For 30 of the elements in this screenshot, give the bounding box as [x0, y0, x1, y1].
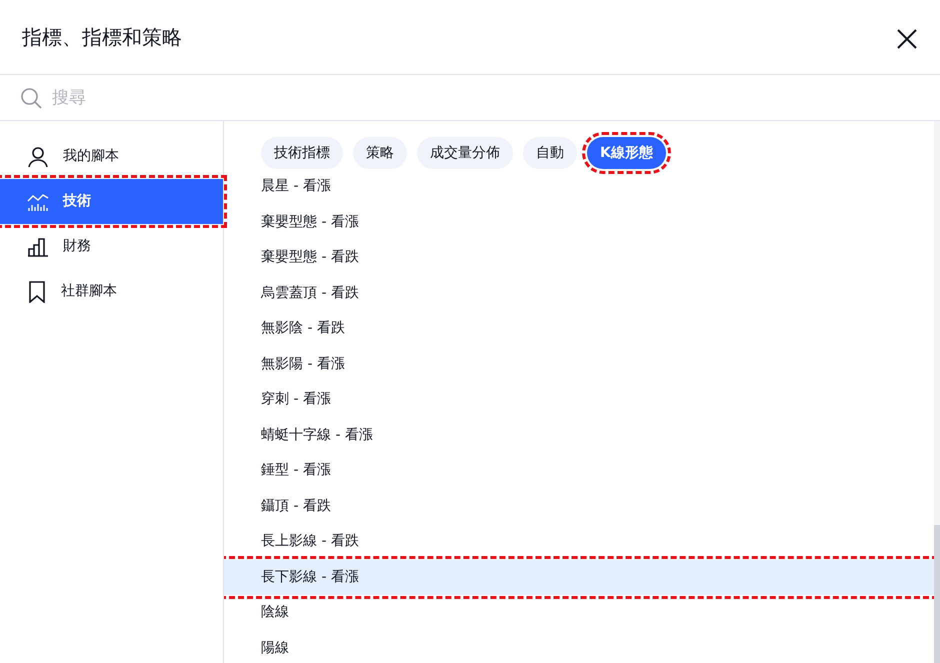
bar-chart-icon [27, 236, 49, 256]
pattern-list-item[interactable]: 晨星 - 看漲 [224, 169, 934, 204]
pattern-list-item[interactable]: 棄嬰型態 - 看跌 [224, 240, 934, 276]
pattern-list-item[interactable]: 無影陰 - 看跌 [224, 311, 934, 346]
sidebar-item[interactable]: 社群腳本 [0, 269, 223, 314]
sidebar-item[interactable]: 技術 [0, 179, 223, 224]
pattern-list-item[interactable]: 烏雲蓋頂 - 看跌 [224, 276, 934, 311]
filter-chip[interactable]: 策略 [353, 137, 407, 169]
sidebar-item[interactable]: 我的腳本 [0, 134, 223, 179]
pattern-list-item[interactable]: 長下影線 - 看漲 [224, 560, 934, 595]
pattern-list-item[interactable]: 蜻蜓十字線 - 看漲 [224, 418, 934, 453]
sidebar-item[interactable]: 財務 [0, 224, 223, 269]
pattern-list-item[interactable]: 錘型 - 看漲 [224, 453, 934, 488]
pattern-list-item[interactable]: 穿刺 - 看漲 [224, 382, 934, 418]
filter-chip[interactable]: K線形態 [587, 137, 666, 169]
pattern-list-item[interactable]: 陰線 [224, 595, 934, 630]
bookmark-icon [27, 280, 47, 302]
pattern-list-item[interactable]: 鑷頂 - 看跌 [224, 488, 934, 524]
scrollbar-thumb[interactable] [934, 525, 940, 663]
user-icon [27, 146, 49, 168]
pattern-list-item[interactable]: 無影陽 - 看漲 [224, 346, 934, 382]
filter-chip[interactable]: 成交量分佈 [417, 137, 513, 169]
pattern-list-item[interactable]: 長上影線 - 看跌 [224, 524, 934, 560]
pattern-list-item[interactable]: 棄嬰型態 - 看漲 [224, 204, 934, 240]
search-icon [20, 86, 42, 108]
dialog-title: 指標、指標和策略 [22, 24, 182, 51]
chart-icon [27, 192, 49, 212]
filter-chip[interactable]: 技術指標 [261, 137, 343, 169]
filter-chip[interactable]: 自動 [523, 137, 577, 169]
pattern-list-item[interactable]: 陽線 [224, 630, 934, 663]
